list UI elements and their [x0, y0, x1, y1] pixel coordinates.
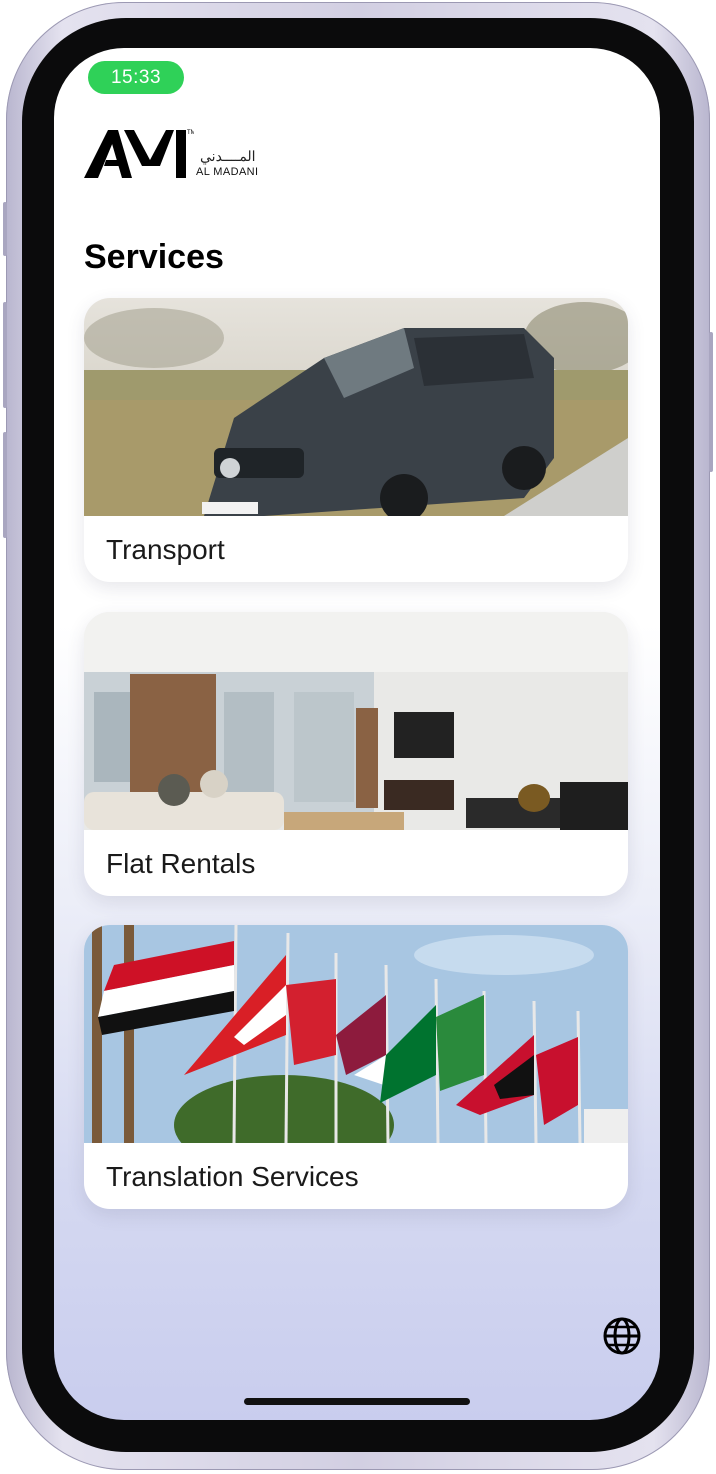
apartment-photo: [84, 612, 628, 830]
home-indicator[interactable]: [244, 1398, 470, 1405]
flags-photo: [84, 925, 628, 1143]
mute-switch: [3, 202, 7, 256]
volume-up-button: [3, 302, 7, 408]
brand-logo: TM المــــدني AL MADANI: [84, 126, 274, 182]
volume-down-button: [3, 432, 7, 538]
globe-icon[interactable]: [602, 1316, 642, 1356]
status-time: 15:33: [110, 66, 162, 88]
service-label-flat-rentals: Flat Rentals: [106, 848, 256, 879]
status-time-pill: 15:33: [88, 61, 184, 94]
service-card-flat-rentals[interactable]: Flat Rentals: [84, 612, 628, 896]
service-card-translation-services[interactable]: Translation Services: [84, 925, 628, 1209]
svg-text:TM: TM: [187, 130, 194, 136]
app-screen: 15:33 TM المــــدني AL MADANI Services T…: [54, 48, 660, 1420]
service-label-transport: Transport: [106, 534, 225, 565]
van-photo: [84, 298, 628, 516]
power-button: [709, 332, 713, 472]
service-label-translation-services: Translation Services: [106, 1161, 359, 1192]
service-card-transport[interactable]: Transport: [84, 298, 628, 582]
brand-arabic-name: المــــدني: [200, 148, 256, 164]
page-title: Services: [84, 238, 224, 276]
brand-latin-name: AL MADANI: [196, 166, 259, 178]
am-monogram-icon: TM: [84, 130, 196, 178]
